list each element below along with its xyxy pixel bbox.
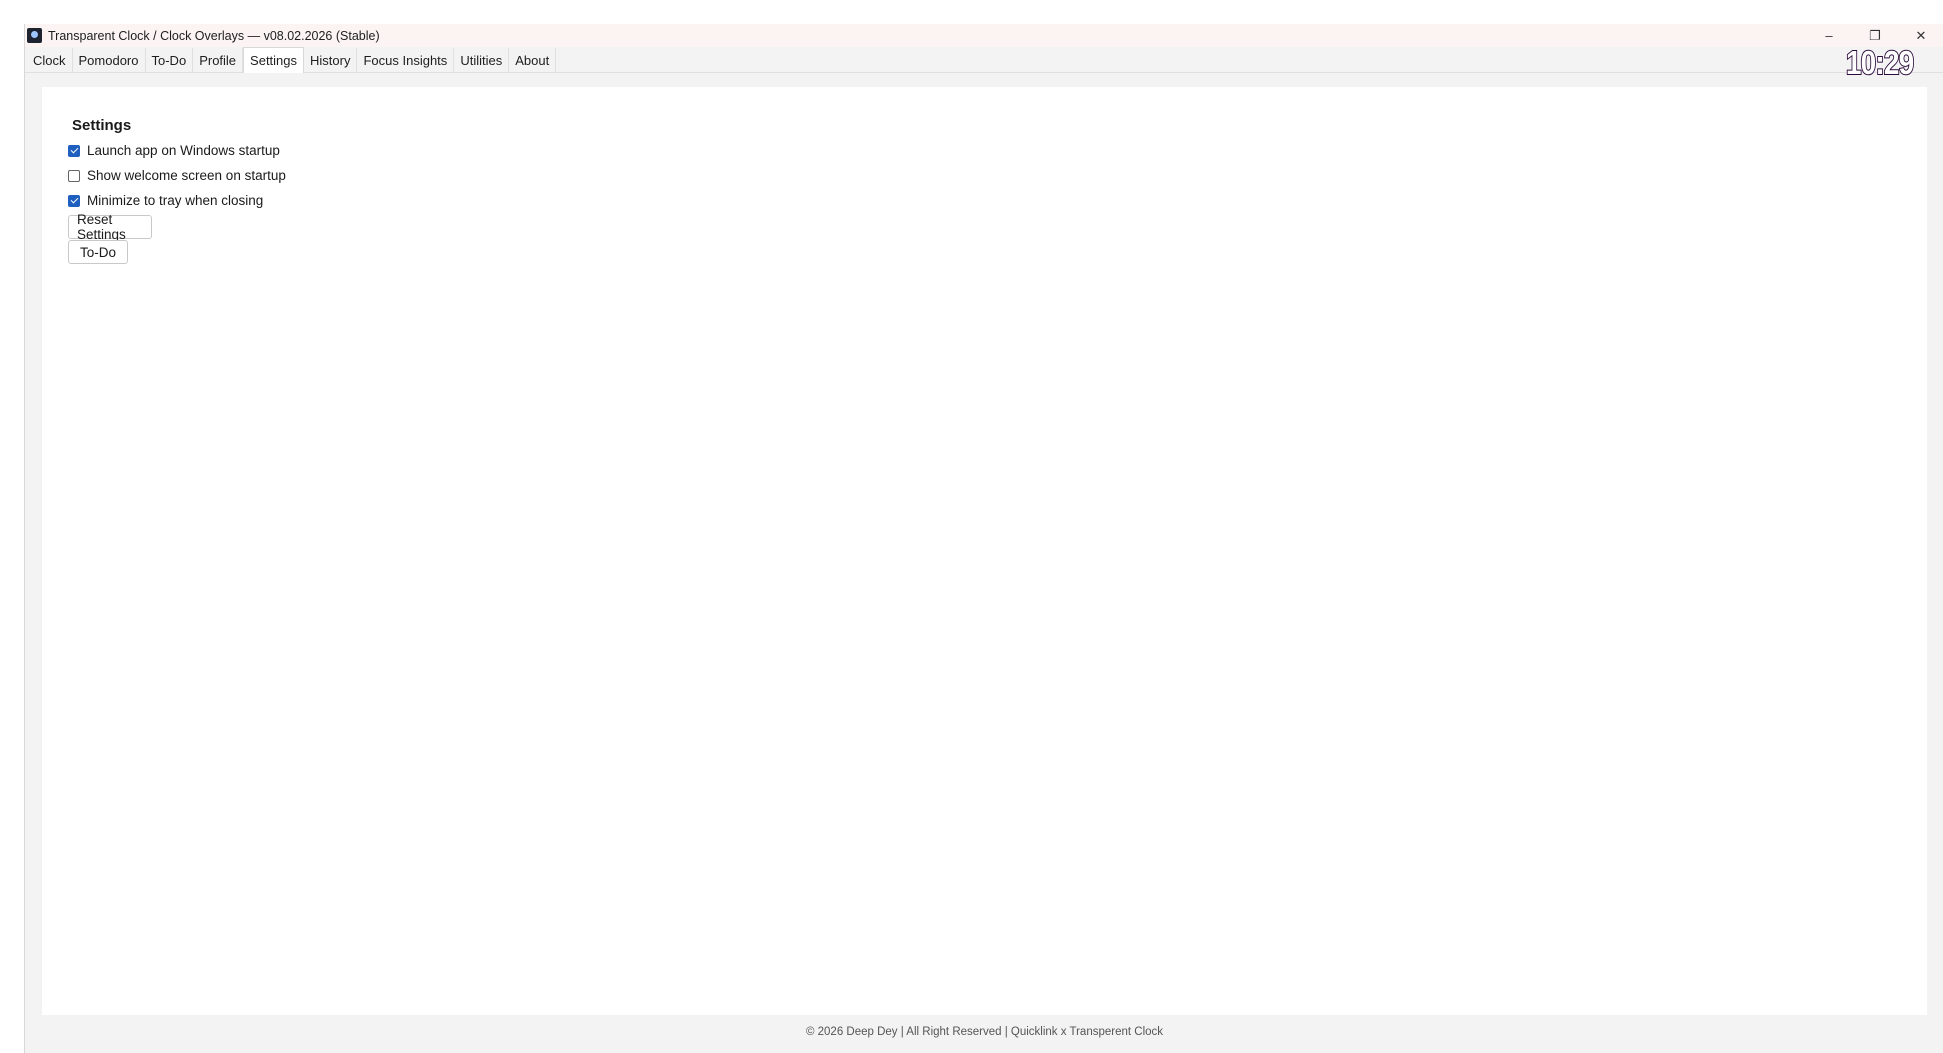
window-title: Transparent Clock / Clock Overlays — v08… (48, 28, 380, 43)
tab-focus-insights[interactable]: Focus Insights (357, 48, 455, 72)
tab-about[interactable]: About (509, 48, 557, 72)
tab-clock[interactable]: Clock (25, 48, 73, 72)
show-welcome-option[interactable]: Show welcome screen on startup (68, 168, 286, 183)
minimize-to-tray-label: Minimize to tray when closing (87, 193, 264, 208)
app-window: Transparent Clock / Clock Overlays — v08… (24, 24, 1943, 1053)
launch-on-startup-checkbox[interactable] (68, 144, 80, 157)
clock-overlay[interactable]: 10:29 (1845, 43, 1915, 82)
minimize-to-tray-option[interactable]: Minimize to tray when closing (68, 193, 263, 208)
reset-settings-button[interactable]: Reset Settings (68, 212, 152, 242)
title-bar[interactable]: Transparent Clock / Clock Overlays — v08… (25, 24, 1943, 47)
tab-profile[interactable]: Profile (193, 48, 244, 72)
settings-panel: Settings Launch app on Windows startup S… (42, 87, 1927, 1015)
tab-history[interactable]: History (304, 48, 358, 72)
app-logo-icon (27, 28, 42, 43)
show-welcome-checkbox[interactable] (68, 169, 80, 182)
tab-settings[interactable]: Settings (243, 47, 305, 73)
page-title: Settings (72, 117, 132, 134)
tab-pomodoro[interactable]: Pomodoro (73, 48, 146, 72)
tab-bar: Clock Pomodoro To-Do Profile Settings Hi… (25, 47, 1943, 73)
tab-utilities[interactable]: Utilities (454, 48, 510, 72)
todo-button[interactable]: To-Do (68, 240, 128, 264)
launch-on-startup-label: Launch app on Windows startup (87, 143, 280, 158)
show-welcome-label: Show welcome screen on startup (87, 168, 286, 183)
tab-todo[interactable]: To-Do (146, 48, 194, 72)
footer-copyright: © 2026 Deep Dey | All Right Reserved | Q… (805, 1026, 1164, 1038)
launch-on-startup-option[interactable]: Launch app on Windows startup (68, 143, 280, 158)
minimize-to-tray-checkbox[interactable] (68, 194, 80, 207)
